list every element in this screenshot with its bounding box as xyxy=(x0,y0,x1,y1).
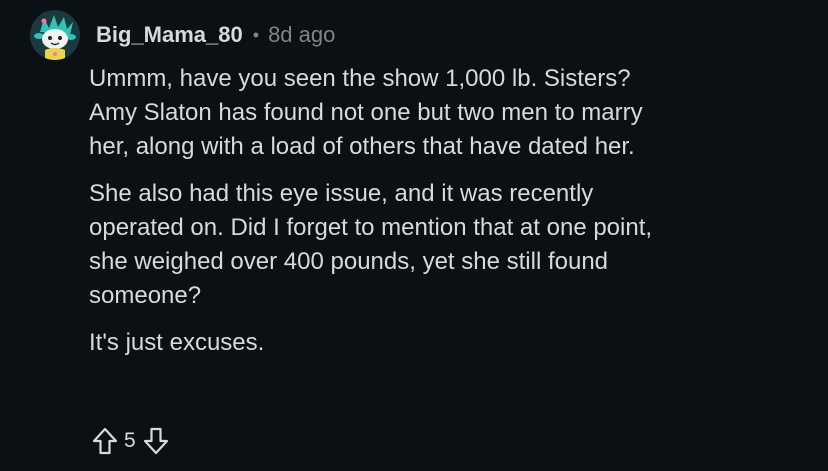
downvote-button[interactable] xyxy=(140,424,172,458)
meta-separator: • xyxy=(252,25,260,45)
user-avatar[interactable] xyxy=(30,10,80,60)
comment: Big_Mama_80 • 8d ago Ummm, have you seen… xyxy=(0,0,828,471)
vote-score: 5 xyxy=(124,429,136,452)
vote-bar: 5 xyxy=(89,424,172,458)
comment-header: Big_Mama_80 • 8d ago xyxy=(96,20,335,50)
comment-paragraph: Ummm, have you seen the show 1,000 lb. S… xyxy=(89,65,643,160)
timestamp[interactable]: 8d ago xyxy=(268,20,335,50)
comment-body: Ummm, have you seen the show 1,000 lb. S… xyxy=(89,62,789,360)
upvote-button[interactable] xyxy=(89,424,121,458)
snoo-avatar-icon xyxy=(30,10,80,60)
username[interactable]: Big_Mama_80 xyxy=(96,20,243,50)
comment-paragraph: She also had this eye issue, and it was … xyxy=(89,180,653,309)
downvote-arrow-icon xyxy=(143,427,168,455)
upvote-arrow-icon xyxy=(92,427,118,455)
comment-paragraph: It's just excuses. xyxy=(89,329,265,356)
